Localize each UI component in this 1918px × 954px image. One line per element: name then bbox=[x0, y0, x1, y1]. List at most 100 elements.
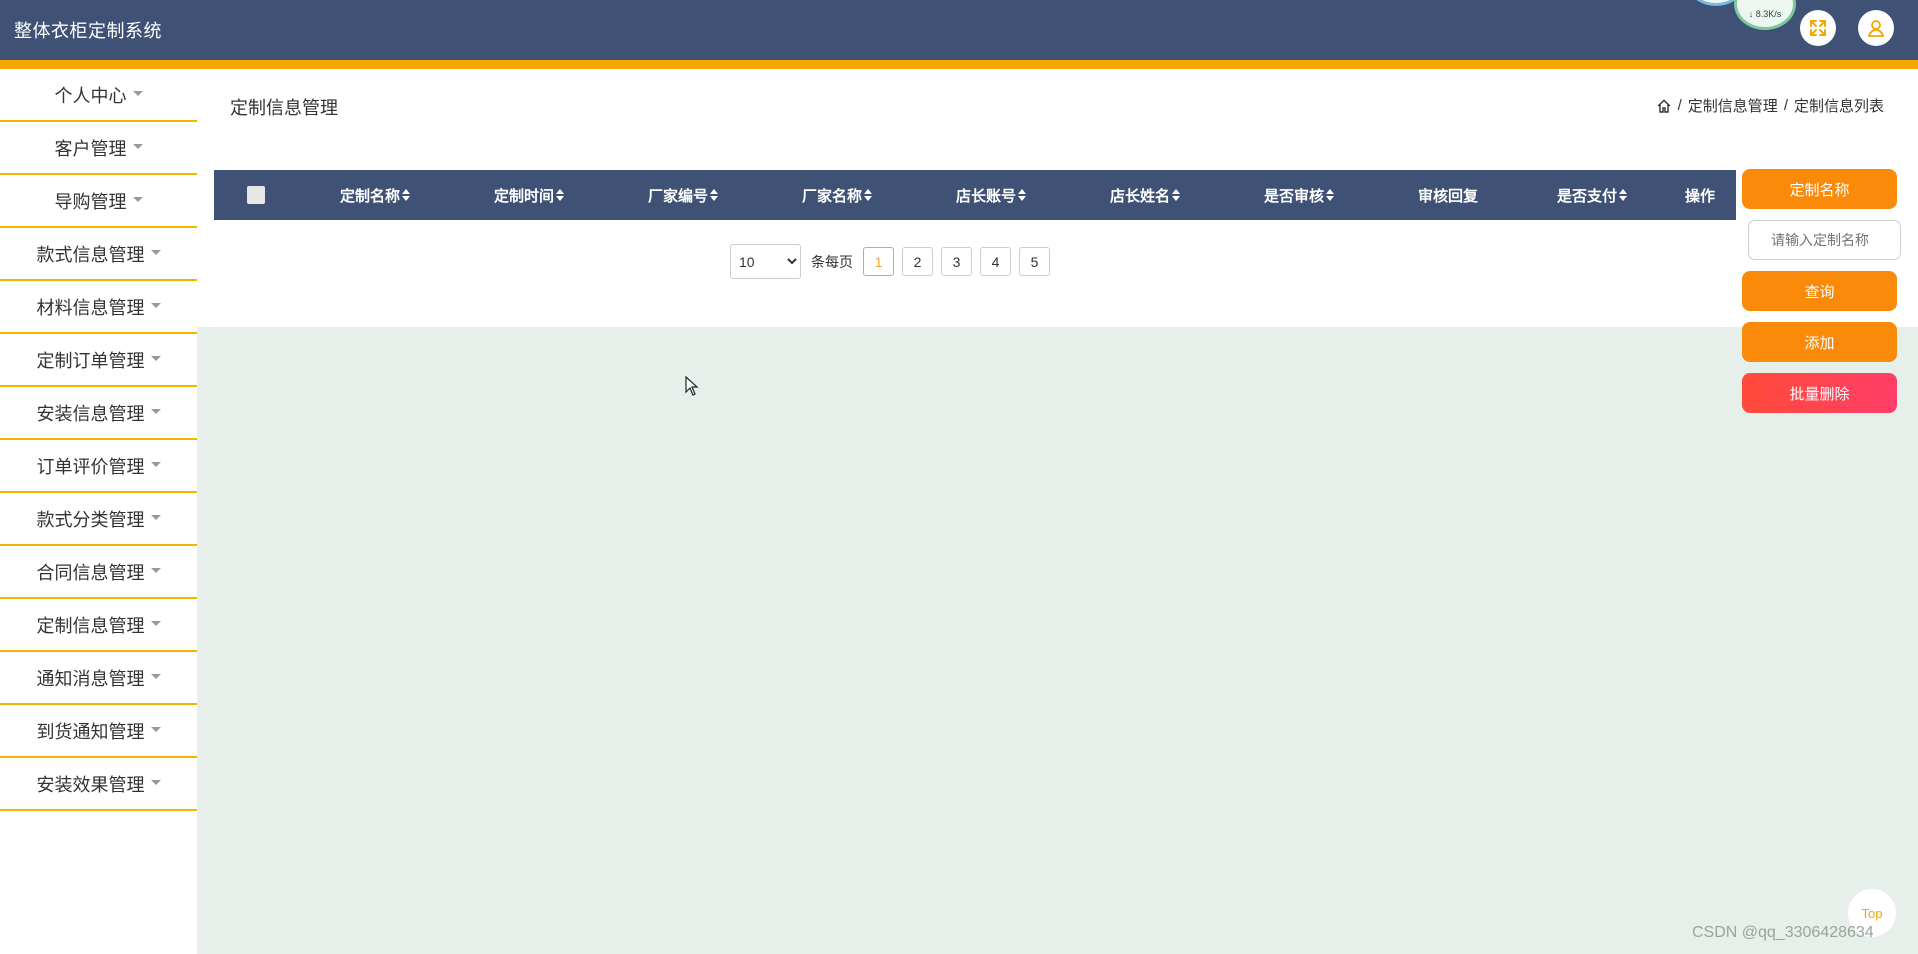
column-label: 是否支付 bbox=[1556, 187, 1617, 205]
sidebar-item-label: 导购管理 bbox=[54, 191, 127, 212]
chevron-down-icon bbox=[150, 674, 161, 679]
sidebar-item-shopping-guides[interactable]: 导购管理 bbox=[0, 175, 197, 228]
search-field-label: 定制名称 bbox=[1742, 169, 1897, 209]
sidebar-item-style-categories[interactable]: 款式分类管理 bbox=[0, 493, 197, 546]
sort-icon bbox=[1172, 189, 1180, 201]
breadcrumb: / 定制信息管理 / 定制信息列表 bbox=[1656, 95, 1884, 116]
column-header-review-reply: 审核回复 bbox=[1376, 170, 1520, 220]
page-button-3[interactable]: 3 bbox=[941, 247, 972, 276]
chevron-down-icon bbox=[150, 462, 161, 467]
column-label: 是否审核 bbox=[1263, 187, 1324, 205]
user-menu-button[interactable] bbox=[1858, 10, 1894, 46]
sort-icon bbox=[1018, 189, 1026, 201]
column-header-factory-code[interactable]: 厂家编号 bbox=[606, 170, 760, 220]
column-label: 店长姓名 bbox=[1109, 187, 1170, 205]
column-label: 店长账号 bbox=[955, 187, 1016, 205]
page-button-1[interactable]: 1 bbox=[863, 247, 894, 276]
column-header-actions: 操作 bbox=[1664, 170, 1736, 220]
header-accent-stripe bbox=[0, 60, 1918, 69]
sidebar-item-materials[interactable]: 材料信息管理 bbox=[0, 281, 197, 334]
network-speed: ↓ 8.3K/s bbox=[1748, 9, 1782, 19]
page-button-4[interactable]: 4 bbox=[980, 247, 1011, 276]
page-button-2[interactable]: 2 bbox=[902, 247, 933, 276]
sidebar-item-label: 定制订单管理 bbox=[36, 350, 145, 371]
sidebar-item-label: 通知消息管理 bbox=[36, 668, 145, 689]
sidebar-item-styles[interactable]: 款式信息管理 bbox=[0, 228, 197, 281]
batch-delete-button[interactable]: 批量删除 bbox=[1742, 373, 1897, 413]
column-header-manager-name[interactable]: 店长姓名 bbox=[1068, 170, 1222, 220]
app-title: 整体衣柜定制系统 bbox=[14, 21, 162, 41]
sidebar-item-installation[interactable]: 安装信息管理 bbox=[0, 387, 197, 440]
sidebar-item-label: 到货通知管理 bbox=[36, 721, 145, 742]
query-button[interactable]: 查询 bbox=[1742, 271, 1897, 311]
sidebar-item-label: 个人中心 bbox=[54, 85, 127, 106]
per-page-label: 条每页 bbox=[811, 253, 853, 270]
chevron-down-icon bbox=[132, 91, 143, 96]
chevron-down-icon bbox=[150, 727, 161, 732]
chevron-down-icon bbox=[150, 621, 161, 626]
mouse-cursor-icon bbox=[685, 376, 699, 396]
sidebar-item-contracts[interactable]: 合同信息管理 bbox=[0, 546, 197, 599]
sidebar-item-label: 安装效果管理 bbox=[36, 774, 145, 795]
sidebar-item-custom-info[interactable]: 定制信息管理 bbox=[0, 599, 197, 652]
column-header-manager-account[interactable]: 店长账号 bbox=[914, 170, 1068, 220]
fullscreen-button[interactable] bbox=[1800, 10, 1836, 46]
select-all-checkbox[interactable] bbox=[247, 186, 265, 204]
page-title: 定制信息管理 bbox=[230, 98, 338, 118]
breadcrumb-level1[interactable]: 定制信息管理 bbox=[1688, 95, 1778, 116]
pagination: 10 条每页 1 2 3 4 5 bbox=[730, 244, 1050, 279]
column-label: 审核回复 bbox=[1417, 187, 1478, 205]
column-label: 厂家编号 bbox=[647, 187, 708, 205]
column-label: 定制时间 bbox=[493, 187, 554, 205]
sidebar-item-arrival-notices[interactable]: 到货通知管理 bbox=[0, 705, 197, 758]
chevron-down-icon bbox=[150, 780, 161, 785]
page-button-5[interactable]: 5 bbox=[1019, 247, 1050, 276]
sort-icon bbox=[1619, 189, 1627, 201]
sort-icon bbox=[864, 189, 872, 201]
column-header-custom-time[interactable]: 定制时间 bbox=[452, 170, 606, 220]
page-size-select[interactable]: 10 bbox=[730, 244, 801, 279]
sort-icon bbox=[710, 189, 718, 201]
column-header-reviewed[interactable]: 是否审核 bbox=[1222, 170, 1376, 220]
sidebar-item-personal-center[interactable]: 个人中心 bbox=[0, 69, 197, 122]
sort-icon bbox=[556, 189, 564, 201]
sidebar-item-installation-effects[interactable]: 安装效果管理 bbox=[0, 758, 197, 811]
sidebar-item-order-reviews[interactable]: 订单评价管理 bbox=[0, 440, 197, 493]
action-panel: 定制名称 查询 添加 批量删除 bbox=[1742, 169, 1901, 424]
search-input[interactable] bbox=[1748, 220, 1901, 260]
chevron-down-icon bbox=[150, 356, 161, 361]
home-icon[interactable] bbox=[1656, 98, 1672, 114]
sidebar-item-label: 客户管理 bbox=[54, 138, 127, 159]
column-label: 操作 bbox=[1684, 187, 1715, 205]
column-label: 定制名称 bbox=[339, 187, 400, 205]
sort-icon bbox=[402, 189, 410, 201]
select-all-cell bbox=[214, 170, 298, 220]
sidebar-item-notifications[interactable]: 通知消息管理 bbox=[0, 652, 197, 705]
breadcrumb-separator: / bbox=[1783, 97, 1788, 114]
sidebar-item-label: 款式分类管理 bbox=[36, 509, 145, 530]
add-button[interactable]: 添加 bbox=[1742, 322, 1897, 362]
chevron-down-icon bbox=[150, 250, 161, 255]
sidebar-item-custom-orders[interactable]: 定制订单管理 bbox=[0, 334, 197, 387]
column-header-factory-name[interactable]: 厂家名称 bbox=[760, 170, 914, 220]
table-header: 定制名称 定制时间 厂家编号 厂家名称 店长账号 店长姓名 是否审核 审核回复 … bbox=[214, 170, 1736, 220]
sidebar-item-customers[interactable]: 客户管理 bbox=[0, 122, 197, 175]
column-label: 厂家名称 bbox=[801, 187, 862, 205]
sidebar-item-label: 订单评价管理 bbox=[36, 456, 145, 477]
chevron-down-icon bbox=[150, 409, 161, 414]
sidebar-item-label: 材料信息管理 bbox=[36, 297, 145, 318]
sidebar-menu: 个人中心 客户管理 导购管理 款式信息管理 材料信息管理 定制订单管理 安装信息… bbox=[0, 69, 197, 954]
watermark: CSDN @qq_3306428634 bbox=[1692, 924, 1874, 941]
column-header-custom-name[interactable]: 定制名称 bbox=[298, 170, 452, 220]
sidebar-item-label: 定制信息管理 bbox=[36, 615, 145, 636]
chevron-down-icon bbox=[132, 197, 143, 202]
top-header: 整体衣柜定制系统 bbox=[0, 0, 1918, 60]
sidebar-item-label: 合同信息管理 bbox=[36, 562, 145, 583]
column-header-paid[interactable]: 是否支付 bbox=[1520, 170, 1664, 220]
user-icon bbox=[1867, 20, 1885, 37]
chevron-down-icon bbox=[150, 303, 161, 308]
chevron-down-icon bbox=[150, 515, 161, 520]
sort-icon bbox=[1326, 189, 1334, 201]
sidebar-item-label: 安装信息管理 bbox=[36, 403, 145, 424]
breadcrumb-separator: / bbox=[1677, 97, 1682, 114]
